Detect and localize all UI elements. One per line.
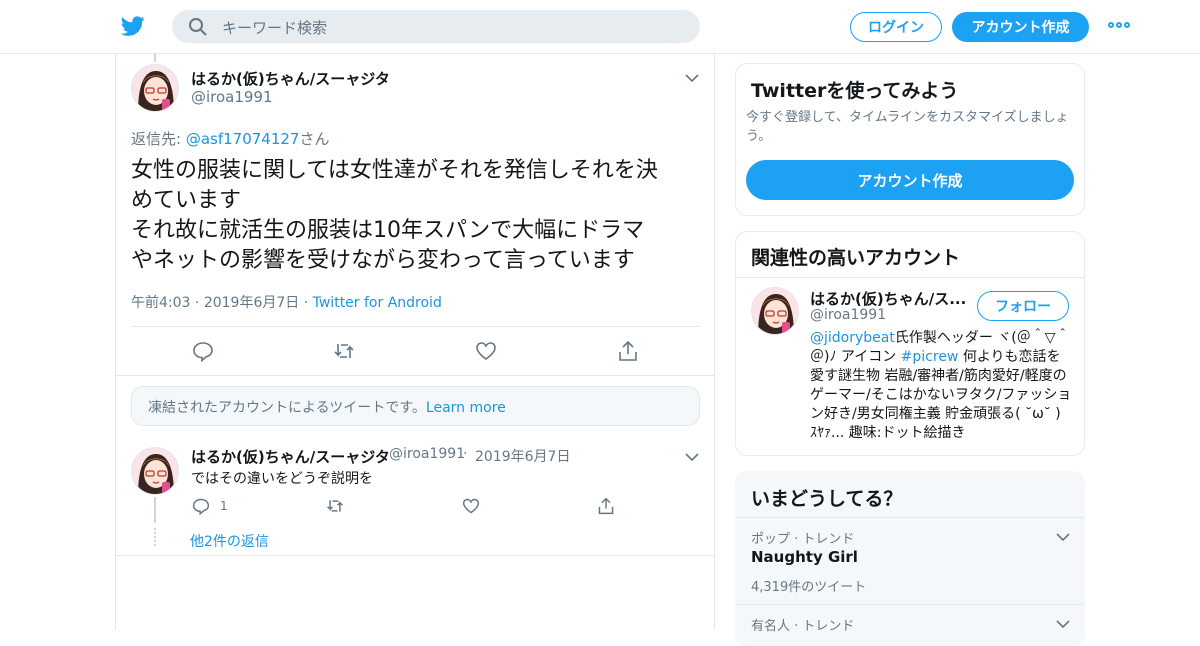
signup-card-title: Twitterを使ってみよう	[751, 80, 959, 102]
retweet-icon[interactable]	[333, 340, 355, 362]
like-icon[interactable]	[475, 340, 497, 362]
tweet-date[interactable]: 2019年6月7日	[204, 295, 299, 311]
more-replies-link[interactable]: 他2件の返信	[190, 531, 269, 551]
thread-line	[154, 54, 156, 62]
divider	[736, 517, 1084, 518]
reply-prefix: 返信先:	[131, 130, 186, 148]
chevron-down-icon[interactable]	[1056, 532, 1070, 542]
search-box[interactable]: キーワード検索	[172, 10, 700, 43]
divider	[116, 555, 714, 556]
tweet-author-handle[interactable]: @iroa1991	[191, 88, 273, 106]
thread-dotted-line	[154, 528, 156, 546]
tweet-thread: はるか(仮)ちゃん/スーャジタ @iroa1991 返信先: @asf17074…	[115, 54, 715, 630]
chevron-down-icon[interactable]	[685, 452, 699, 462]
tweet-text-line: めています	[131, 188, 242, 213]
chevron-down-icon[interactable]	[1056, 619, 1070, 629]
retweet-icon[interactable]	[326, 497, 344, 515]
tweet-text-line: やネットの影響を受けながら変わって言っています	[131, 248, 635, 273]
related-account-name[interactable]: はるか(仮)ちゃん/ス...	[810, 288, 966, 309]
related-account-bio: @jidorybeat氏作製ヘッダー ヾ(＠＾▽＾＠)ﾉ アイコン #picre…	[810, 329, 1072, 443]
related-accounts-card: 関連性の高いアカウント はるか(仮)ちゃん/ス... @iroa1991 フォロ…	[735, 231, 1085, 456]
divider	[736, 604, 1084, 605]
signup-button[interactable]: アカウント作成	[952, 12, 1089, 42]
tweet-time[interactable]: 午前4:03	[131, 295, 190, 311]
frozen-account-notice: 凍結されたアカウントによるツイートです。Learn more	[131, 386, 700, 426]
like-icon[interactable]	[462, 497, 480, 515]
avatar[interactable]	[131, 64, 179, 112]
trends-card-title: いまどうしてる？	[751, 488, 903, 510]
signup-card-subtitle: 今すぐ登録して、タイムラインをカスタマイズしましょう。	[746, 110, 1069, 144]
divider	[131, 326, 700, 327]
trend-category: 有名人 · トレンド	[751, 619, 855, 634]
learn-more-link[interactable]: Learn more	[426, 400, 506, 416]
avatar-illustration	[132, 65, 178, 111]
signup-card: Twitterを使ってみよう 今すぐ登録して、タイムラインをカスタマイズしましょ…	[735, 63, 1085, 216]
tweet-text-line: それ故に就活生の服装は10年スパンで大幅にドラマ	[131, 218, 645, 243]
search-input[interactable]: キーワード検索	[222, 17, 327, 38]
tweet-source-link[interactable]: Twitter for Android	[313, 295, 442, 311]
avatar[interactable]	[131, 447, 179, 495]
tweet-text-line: 女性の服装に関しては女性達がそれを発信しそれを決	[131, 158, 658, 183]
divider	[116, 375, 714, 376]
trend-name[interactable]: Naughty Girl	[751, 548, 858, 566]
reply-icon[interactable]	[192, 497, 210, 515]
reply-count: 1	[220, 499, 228, 513]
more-dots-icon[interactable]	[1108, 20, 1130, 30]
avatar-illustration	[132, 448, 178, 494]
reply-suffix: さん	[299, 130, 330, 148]
search-icon	[189, 18, 207, 36]
reply-text: ではその違いをどうぞ説明を	[191, 471, 373, 487]
login-button[interactable]: ログイン	[850, 12, 942, 42]
related-card-title: 関連性の高いアカウント	[751, 247, 961, 269]
chevron-down-icon[interactable]	[685, 73, 699, 83]
tweet-text: 女性の服装に関しては女性達がそれを発信しそれを決 めています それ故に就活生の服…	[131, 156, 706, 276]
trends-card: いまどうしてる？ ポップ · トレンド Naughty Girl 4,319件の…	[735, 471, 1085, 646]
frozen-notice-text: 凍結されたアカウントによるツイートです。	[148, 400, 426, 416]
signup-card-button[interactable]: アカウント作成	[746, 160, 1074, 200]
top-bar: キーワード検索 ログイン アカウント作成	[0, 0, 1200, 54]
bio-hashtag-link[interactable]: #picrew	[901, 349, 959, 365]
bio-mention-link[interactable]: @jidorybeat	[810, 330, 895, 346]
reply-author-handle[interactable]: @iroa1991	[389, 446, 465, 462]
reply-icon[interactable]	[192, 340, 214, 362]
follow-button[interactable]: フォロー	[977, 291, 1069, 321]
reply-separator: ·	[463, 446, 468, 462]
avatar[interactable]	[751, 287, 799, 335]
trend-tweet-count: 4,319件のツイート	[751, 580, 867, 595]
tweet-metadata: 午前4:03 · 2019年6月7日 · Twitter for Android	[131, 295, 442, 311]
trend-category: ポップ · トレンド	[751, 532, 855, 547]
reply-date[interactable]: 2019年6月7日	[475, 446, 570, 466]
thread-line	[154, 497, 156, 523]
avatar-illustration	[752, 288, 798, 334]
divider	[736, 277, 1084, 278]
reply-author-name[interactable]: はるか(仮)ちゃん/スーャジタ	[191, 446, 390, 467]
twitter-bird-icon[interactable]	[120, 14, 146, 38]
reply-to-line: 返信先: @asf17074127さん	[131, 128, 329, 149]
tweet-author-name[interactable]: はるか(仮)ちゃん/スーャジタ	[191, 68, 390, 89]
share-icon[interactable]	[617, 340, 639, 362]
related-account-handle[interactable]: @iroa1991	[810, 307, 886, 323]
share-icon[interactable]	[597, 497, 615, 515]
reply-to-link[interactable]: @asf17074127	[186, 130, 300, 148]
